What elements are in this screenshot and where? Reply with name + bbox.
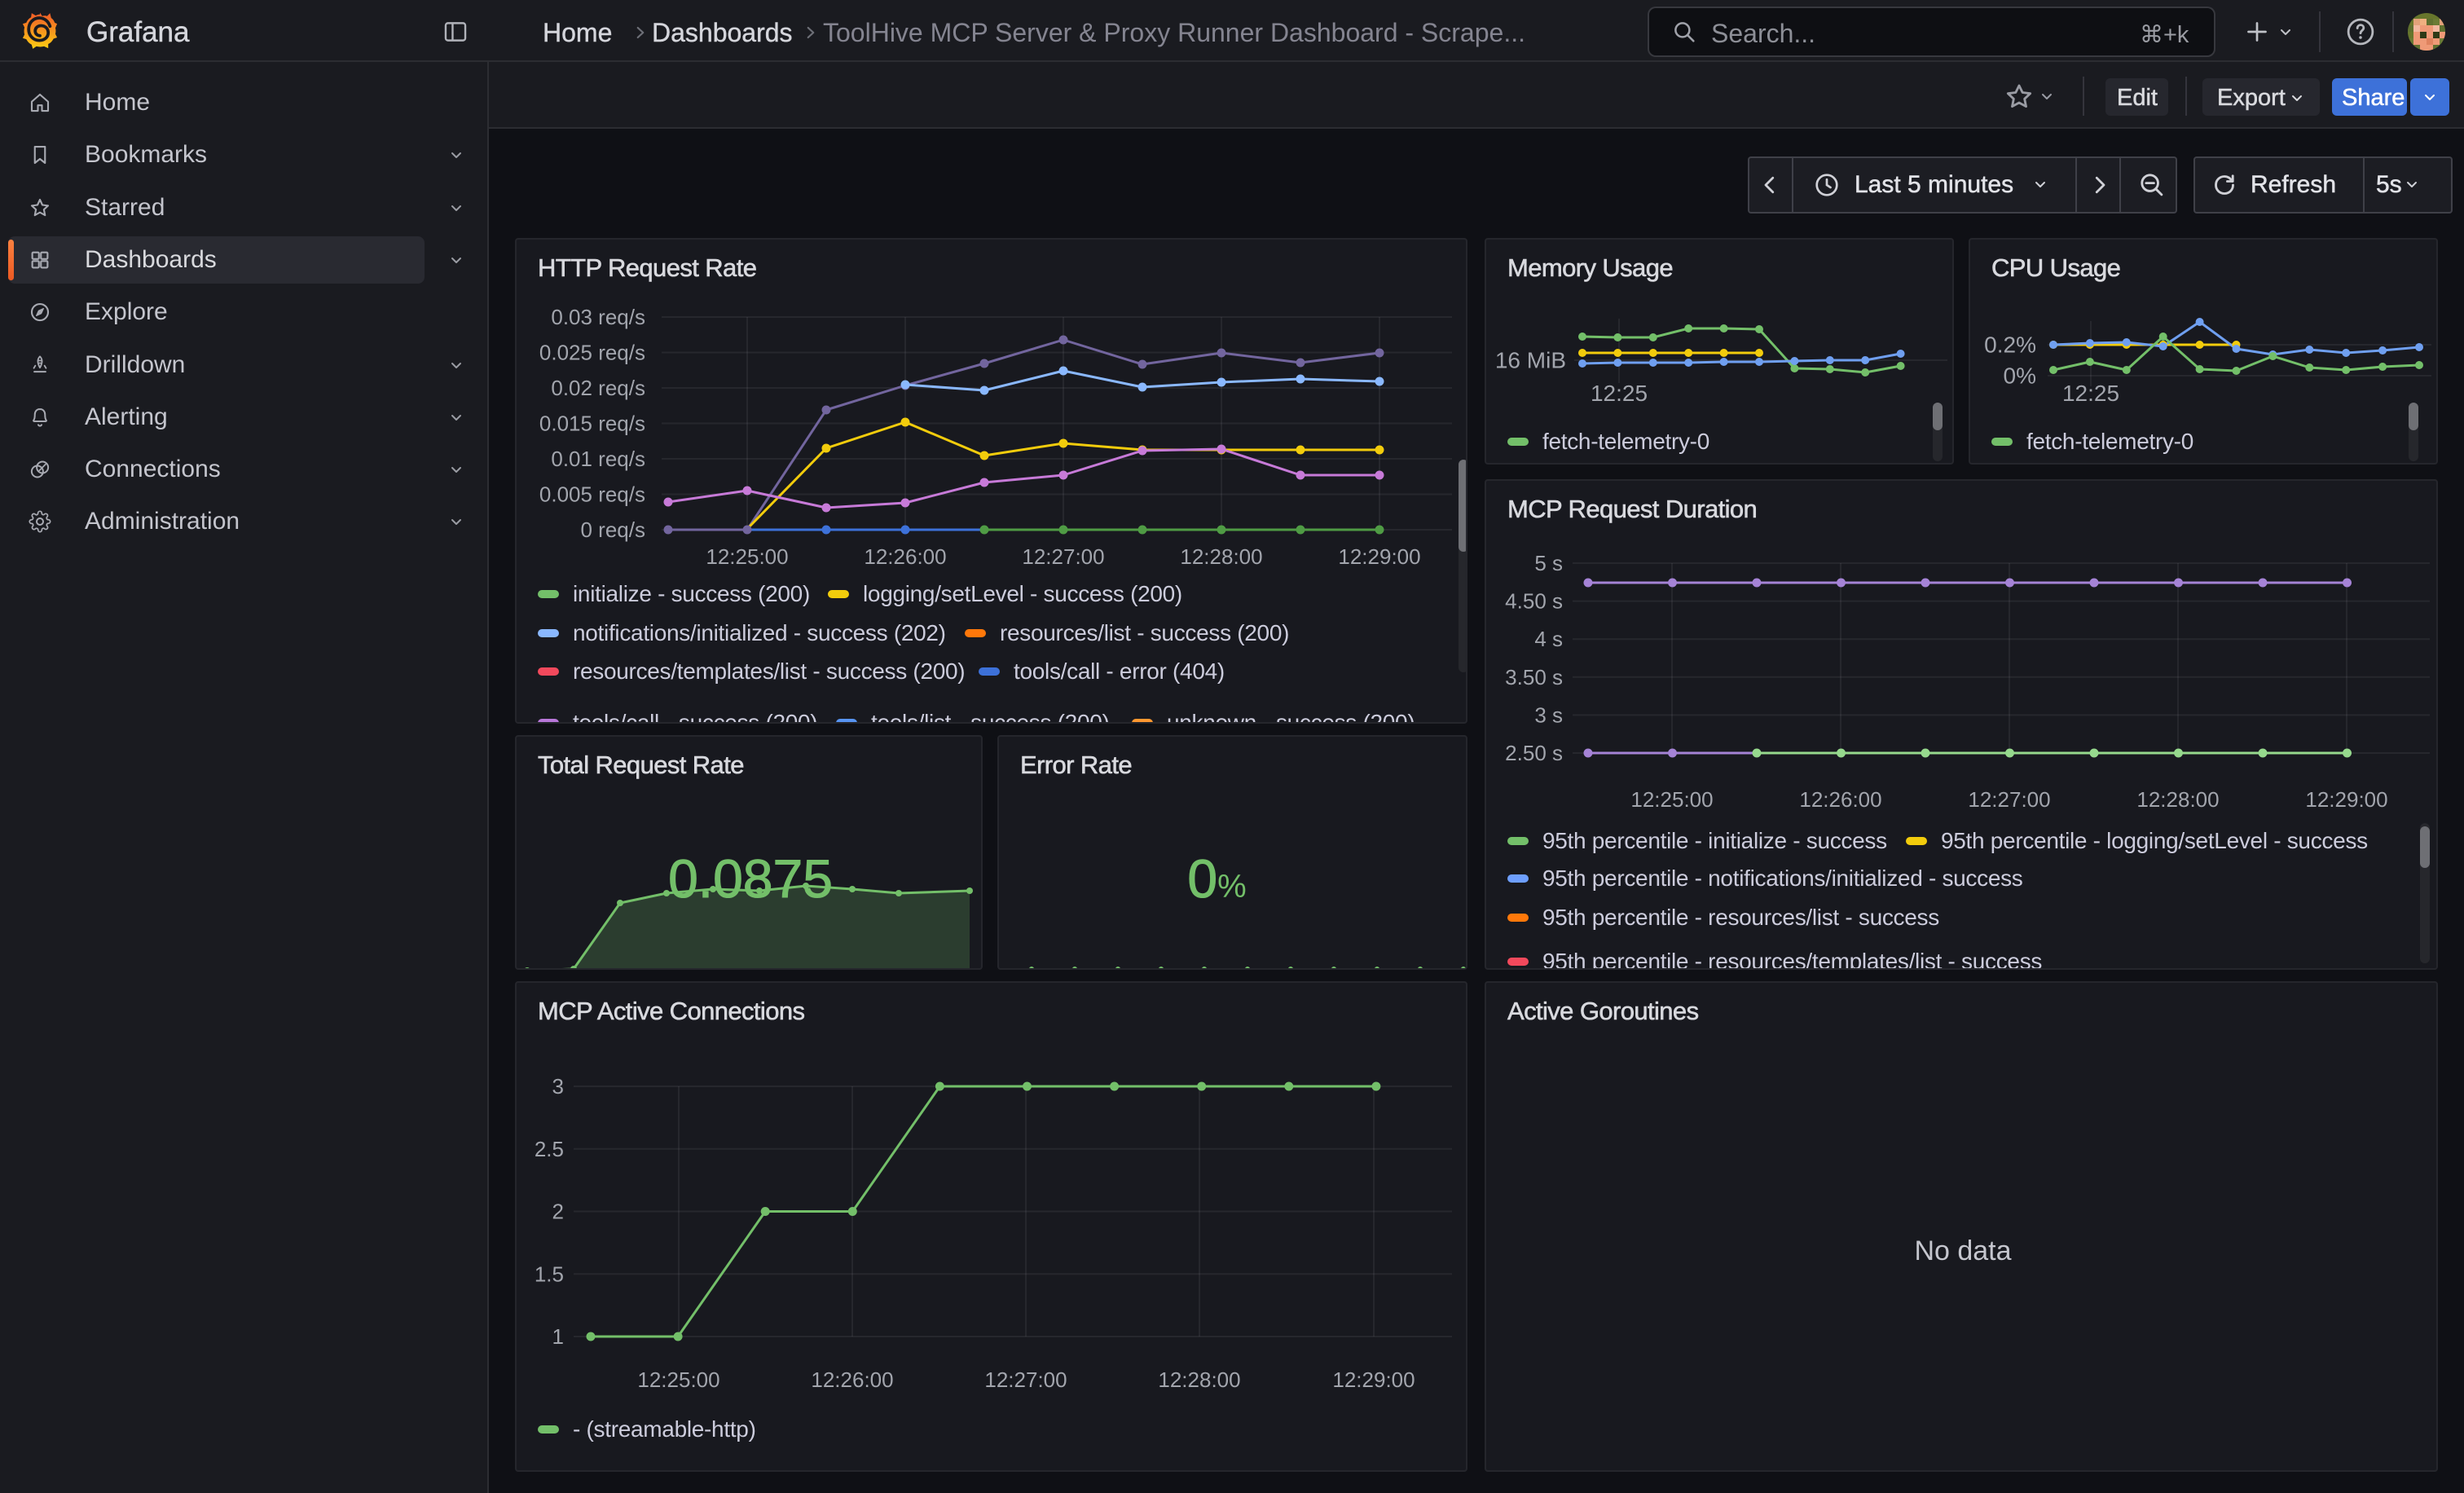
svg-text:12:29:00: 12:29:00 [2305,787,2387,812]
svg-text:0.02 req/s: 0.02 req/s [551,376,645,400]
svg-text:0%: 0% [2004,363,2036,389]
svg-text:12:28:00: 12:28:00 [2136,787,2219,812]
svg-text:12:25:00: 12:25:00 [706,544,788,569]
svg-text:3.50 s: 3.50 s [1505,665,1563,689]
svg-text:4.50 s: 4.50 s [1505,589,1563,614]
svg-text:1.5: 1.5 [535,1262,564,1286]
svg-text:16 MiB: 16 MiB [1495,348,1566,373]
svg-text:0.01 req/s: 0.01 req/s [551,447,645,471]
svg-text:12:29:00: 12:29:00 [1338,544,1420,569]
svg-text:12:27:00: 12:27:00 [1022,544,1104,569]
svg-text:2: 2 [552,1200,564,1224]
svg-text:2.50 s: 2.50 s [1505,741,1563,765]
svg-text:12:29:00: 12:29:00 [1332,1367,1415,1392]
svg-text:0.025 req/s: 0.025 req/s [539,341,645,365]
svg-text:5 s: 5 s [1534,551,1563,575]
svg-text:2.5: 2.5 [535,1137,564,1161]
svg-text:12:25:00: 12:25:00 [1630,787,1713,812]
svg-text:3: 3 [552,1074,564,1099]
svg-text:12:25: 12:25 [1591,381,1648,406]
svg-text:0.005 req/s: 0.005 req/s [539,482,645,507]
svg-text:12:28:00: 12:28:00 [1180,544,1262,569]
svg-text:12:25:00: 12:25:00 [637,1367,719,1392]
svg-text:12:26:00: 12:26:00 [1799,787,1881,812]
svg-text:3 s: 3 s [1534,702,1563,727]
svg-text:0.2%: 0.2% [1984,333,2036,358]
svg-text:12:28:00: 12:28:00 [1158,1367,1240,1392]
svg-text:12:25: 12:25 [2062,381,2119,406]
svg-text:12:26:00: 12:26:00 [864,544,946,569]
svg-text:4 s: 4 s [1534,627,1563,651]
svg-text:12:27:00: 12:27:00 [984,1367,1067,1392]
svg-text:1: 1 [552,1324,564,1349]
svg-text:0.03 req/s: 0.03 req/s [551,305,645,329]
svg-text:12:26:00: 12:26:00 [811,1367,893,1392]
svg-text:0.015 req/s: 0.015 req/s [539,412,645,436]
svg-text:12:27:00: 12:27:00 [1968,787,2050,812]
svg-text:0 req/s: 0 req/s [581,517,646,542]
